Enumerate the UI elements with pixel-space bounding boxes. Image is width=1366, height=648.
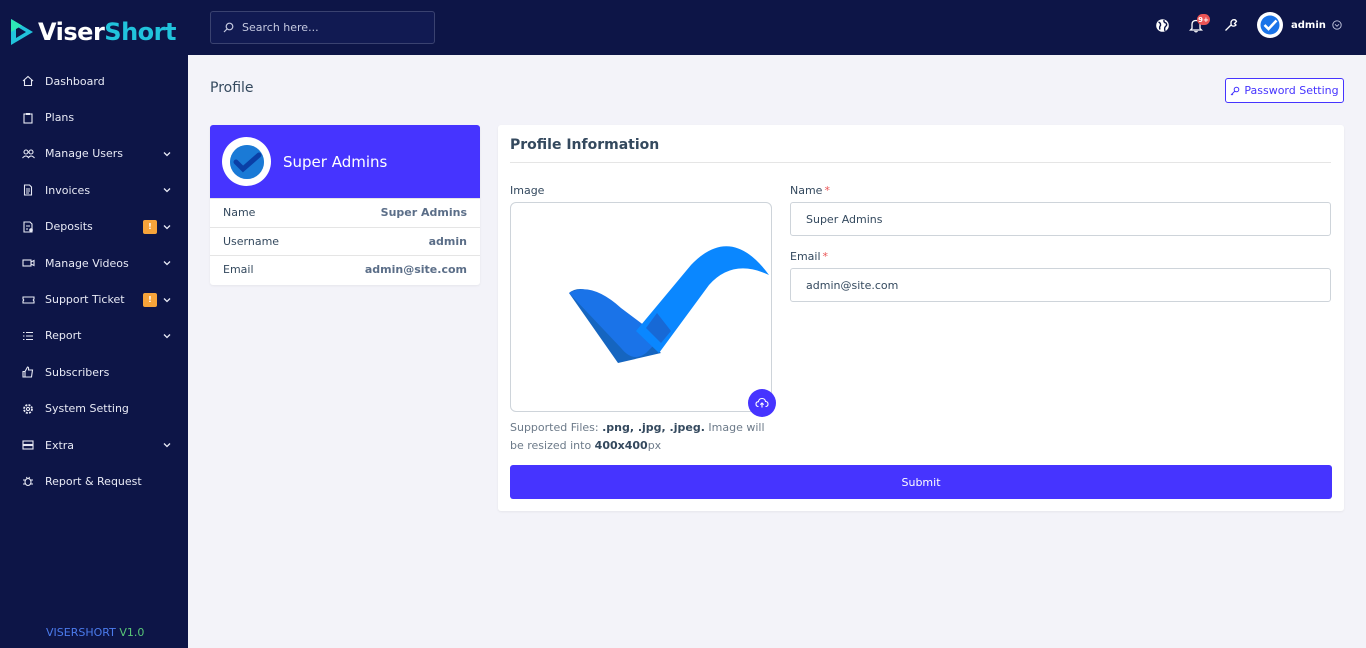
sidebar-item-label: Report	[45, 329, 82, 343]
brand-name: ViserShort	[38, 18, 176, 46]
chevron-down-icon	[163, 443, 171, 448]
profile-card-header: Super Admins	[210, 125, 480, 198]
warning-badge: !	[143, 219, 157, 234]
name-field[interactable]	[790, 202, 1331, 236]
search-icon	[223, 22, 234, 33]
chevron-down-icon	[163, 224, 171, 230]
user-menu[interactable]: admin	[1257, 12, 1342, 38]
sidebar-item-label: Subscribers	[45, 365, 110, 379]
password-setting-label: Password Setting	[1244, 84, 1339, 97]
sidebar-item-label: System Setting	[45, 402, 129, 416]
sidebar-item-system-setting[interactable]: System Setting	[0, 391, 188, 427]
notification-count-badge: 9+	[1197, 14, 1210, 25]
checkmark-logo-icon	[569, 246, 769, 363]
ticket-icon	[21, 293, 35, 307]
row-key: Name	[223, 206, 256, 220]
username-label: admin	[1291, 19, 1326, 31]
sidebar-item-label: Extra	[45, 438, 75, 452]
deposit-icon	[21, 220, 35, 234]
sidebar-item-deposits[interactable]: Deposits !	[0, 209, 188, 245]
sidebar-item-manage-users[interactable]: Manage Users	[0, 136, 188, 172]
bug-icon	[21, 474, 35, 488]
profile-information-card: Profile Information Image Supported File…	[498, 125, 1344, 511]
divider	[510, 162, 1331, 163]
chevron-down-icon	[163, 261, 171, 266]
profile-summary-card: Super Admins Name Super Admins Username …	[210, 125, 480, 285]
home-icon	[21, 74, 35, 88]
sidebar-item-label: Report & Request	[45, 474, 142, 488]
profile-row-name: Name Super Admins	[210, 198, 480, 227]
search-input[interactable]	[242, 21, 422, 34]
checkmark-logo-icon	[229, 144, 264, 179]
sidebar-nav: Dashboard Plans Manage Users Invoices De…	[0, 63, 188, 500]
sidebar-item-label: Deposits	[45, 220, 93, 234]
card-title: Profile Information	[510, 137, 660, 153]
sidebar-item-label: Plans	[45, 111, 75, 125]
list-icon	[21, 329, 35, 343]
clipboard-icon	[21, 111, 35, 125]
image-help-text: Supported Files: .png, .jpg, .jpeg. Imag…	[510, 421, 765, 452]
email-field[interactable]	[790, 268, 1331, 302]
email-label: Email *	[790, 250, 829, 263]
sidebar-item-manage-videos[interactable]: Manage Videos	[0, 245, 188, 281]
image-preview	[510, 202, 772, 412]
sidebar-item-support-ticket[interactable]: Support Ticket !	[0, 281, 188, 317]
app-version: VISERSHORT V1.0	[46, 626, 145, 639]
sidebar-item-plans[interactable]: Plans	[0, 99, 188, 135]
chevron-down-icon	[163, 333, 171, 339]
sidebar-item-label: Support Ticket	[45, 293, 125, 307]
sidebar-item-report-request[interactable]: Report & Request	[0, 463, 188, 499]
sidebar-item-label: Manage Videos	[45, 256, 129, 270]
sidebar: ViserShort Dashboard Plans Manage Users …	[0, 0, 188, 648]
sidebar-item-label: Dashboard	[45, 74, 105, 88]
row-key: Username	[223, 234, 280, 248]
file-icon	[21, 183, 35, 197]
sidebar-item-label: Manage Users	[45, 147, 123, 161]
warning-badge: !	[143, 292, 157, 307]
topbar: 9+ admin	[188, 0, 1366, 55]
row-value: Super Admins	[380, 206, 467, 220]
upload-image-button[interactable]	[748, 389, 776, 417]
play-logo-icon	[11, 19, 33, 45]
key-icon	[1231, 86, 1240, 95]
profile-card-name: Super Admins	[283, 152, 388, 171]
sidebar-item-report[interactable]: Report	[0, 318, 188, 354]
submit-button[interactable]: Submit	[510, 465, 1332, 499]
profile-row-username: Username admin	[210, 226, 480, 256]
password-setting-button[interactable]: Password Setting	[1225, 78, 1344, 103]
chevron-down-icon	[163, 152, 171, 157]
globe-icon[interactable]	[1154, 17, 1170, 33]
server-icon	[21, 438, 35, 452]
profile-avatar	[222, 137, 271, 186]
sidebar-item-extra[interactable]: Extra	[0, 427, 188, 463]
row-key: Email	[223, 263, 254, 277]
chevron-down-icon	[163, 297, 171, 302]
sidebar-item-label: Invoices	[45, 183, 91, 197]
profile-row-email: Email admin@site.com	[210, 255, 480, 284]
row-value: admin@site.com	[364, 263, 467, 277]
name-label: Name *	[790, 184, 830, 197]
thumbs-up-icon	[21, 365, 35, 379]
sidebar-item-invoices[interactable]: Invoices	[0, 172, 188, 208]
sidebar-item-dashboard[interactable]: Dashboard	[0, 63, 188, 99]
image-label: Image	[510, 184, 545, 197]
sidebar-item-subscribers[interactable]: Subscribers	[0, 354, 188, 390]
brand-logo[interactable]: ViserShort	[8, 14, 176, 50]
users-icon	[21, 147, 35, 161]
search-box[interactable]	[210, 11, 435, 44]
row-value: admin	[428, 234, 467, 248]
wrench-icon[interactable]	[1223, 17, 1239, 33]
gear-icon	[21, 402, 35, 416]
cloud-upload-icon	[755, 397, 769, 408]
chevron-down-icon	[163, 188, 171, 193]
video-icon	[21, 256, 35, 270]
avatar	[1257, 12, 1283, 38]
chevron-down-icon	[1332, 20, 1342, 30]
page-title: Profile	[210, 80, 254, 96]
